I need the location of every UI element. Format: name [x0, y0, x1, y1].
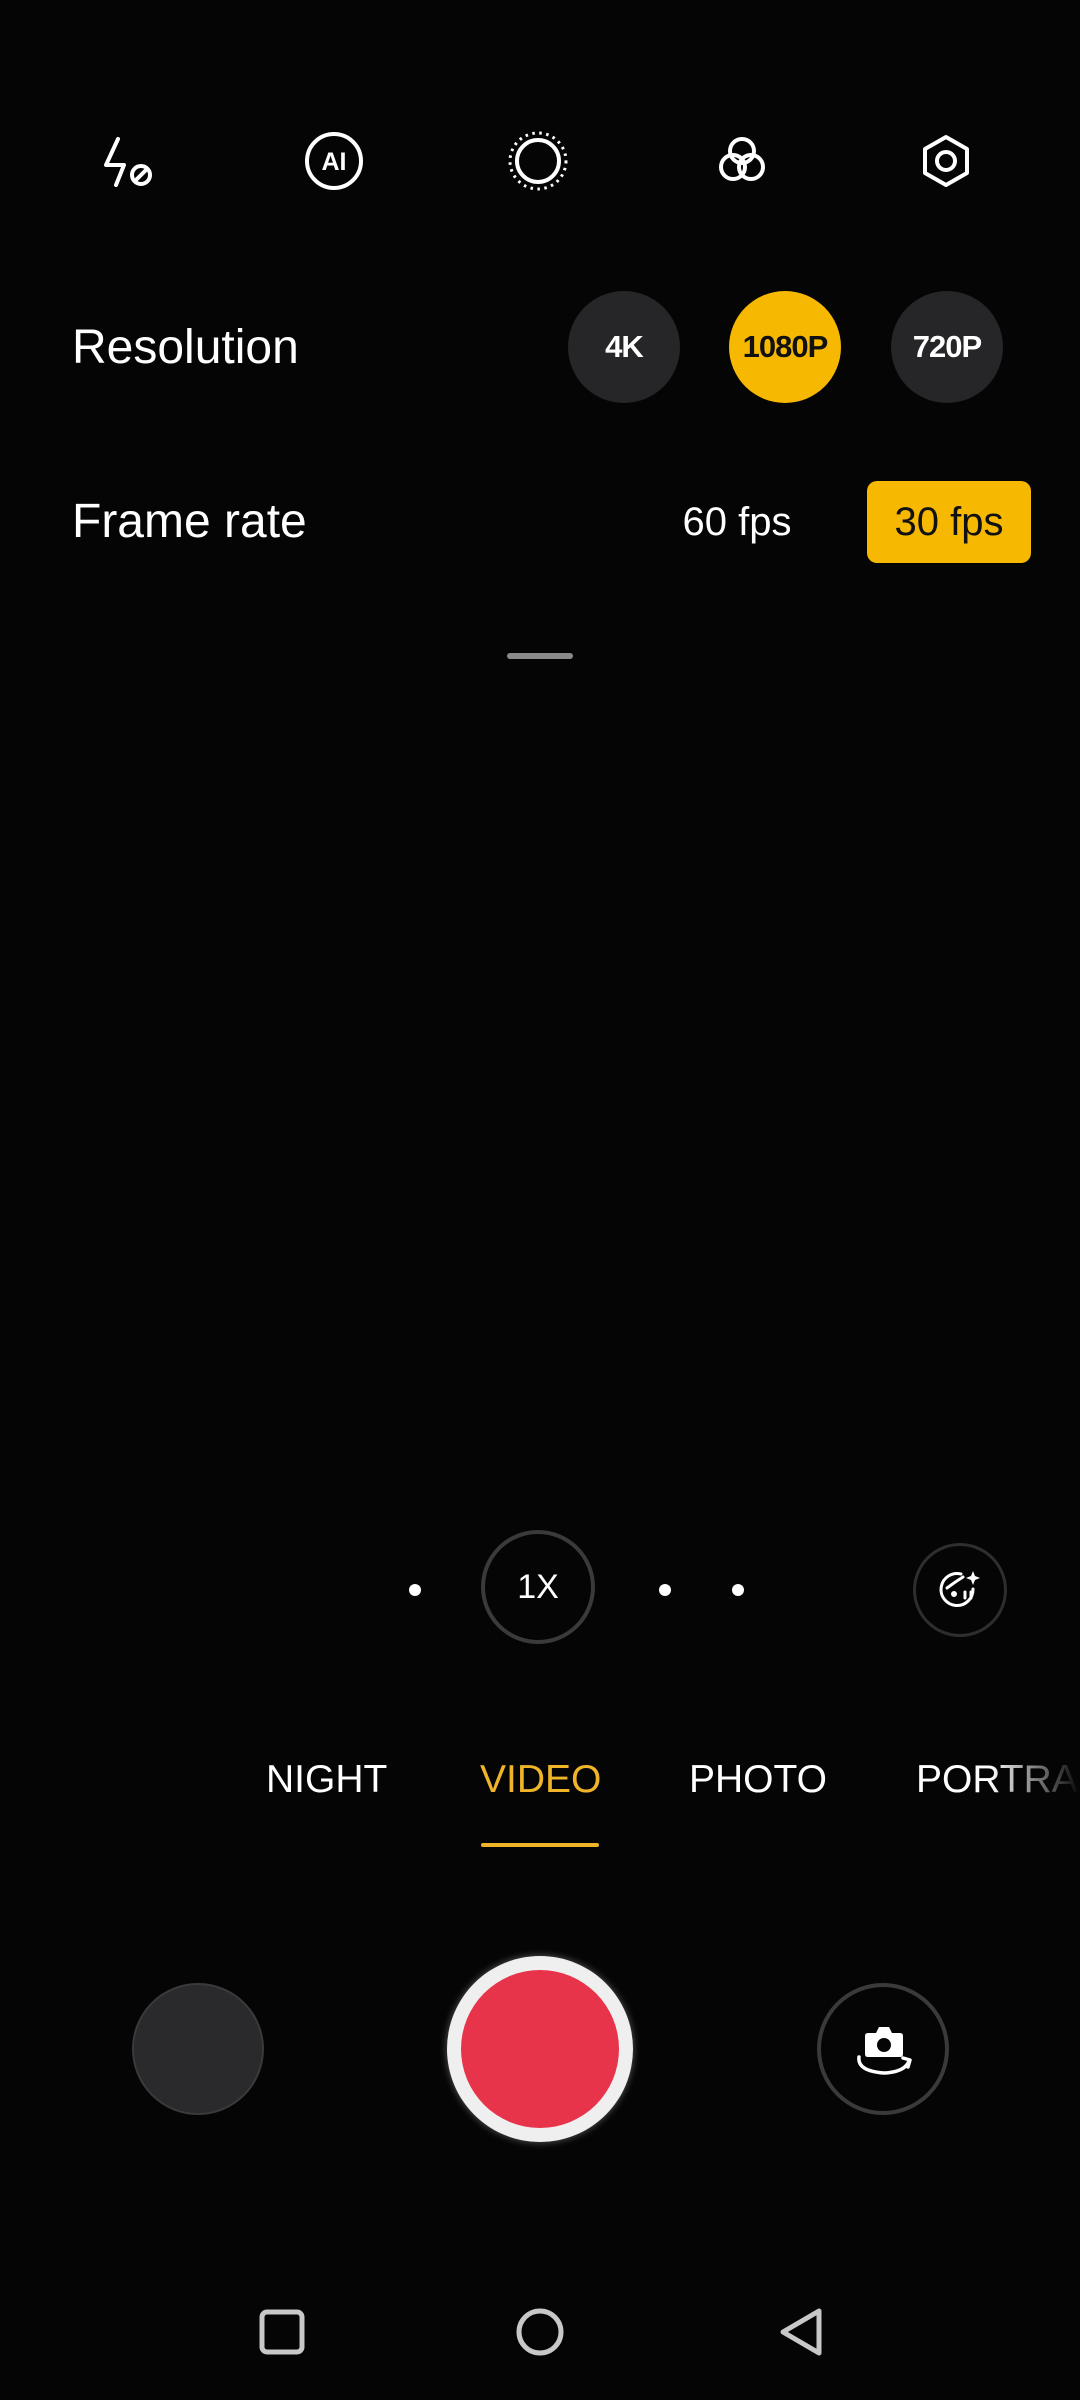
gallery-thumbnail[interactable]: [132, 1983, 264, 2115]
switch-camera-button[interactable]: [817, 1983, 949, 2115]
aperture-icon[interactable]: [502, 125, 574, 197]
zoom-dot[interactable]: [659, 1584, 671, 1596]
mode-tab-photo[interactable]: PHOTO: [689, 1758, 827, 1802]
home-circle-icon[interactable]: [510, 2302, 570, 2362]
mode-tab-video[interactable]: VIDEO: [480, 1758, 601, 1802]
fps-30-option[interactable]: 30 fps: [867, 481, 1031, 563]
camera-flip-icon: [857, 2027, 912, 2075]
filters-icon[interactable]: [706, 125, 778, 197]
record-button-core[interactable]: [461, 1970, 619, 2128]
settings-hexagon-icon[interactable]: [910, 125, 982, 197]
recents-square-icon[interactable]: [252, 2302, 312, 2362]
face-sparkle-icon: [939, 1571, 980, 1607]
ai-label: AI: [322, 148, 347, 176]
panel-drag-handle[interactable]: [507, 653, 573, 659]
zoom-dot[interactable]: [409, 1584, 421, 1596]
frame-rate-label: Frame rate: [72, 495, 307, 548]
beauty-face-button[interactable]: [913, 1543, 1007, 1637]
zoom-dot[interactable]: [732, 1584, 744, 1596]
ai-icon[interactable]: AI: [298, 125, 370, 197]
resolution-4k-button[interactable]: 4K: [568, 291, 680, 403]
mode-active-indicator: [481, 1843, 599, 1847]
zoom-1x-button[interactable]: 1X: [481, 1530, 595, 1644]
back-triangle-icon[interactable]: [771, 2302, 831, 2362]
resolution-720p-button[interactable]: 720P: [891, 291, 1003, 403]
flash-off-icon[interactable]: [94, 125, 166, 197]
mode-scroll-fade: [990, 1740, 1080, 1830]
fps-60-option[interactable]: 60 fps: [664, 481, 810, 563]
resolution-1080p-button[interactable]: 1080P: [729, 291, 841, 403]
mode-tab-night[interactable]: NIGHT: [266, 1758, 387, 1802]
resolution-label: Resolution: [72, 321, 299, 374]
